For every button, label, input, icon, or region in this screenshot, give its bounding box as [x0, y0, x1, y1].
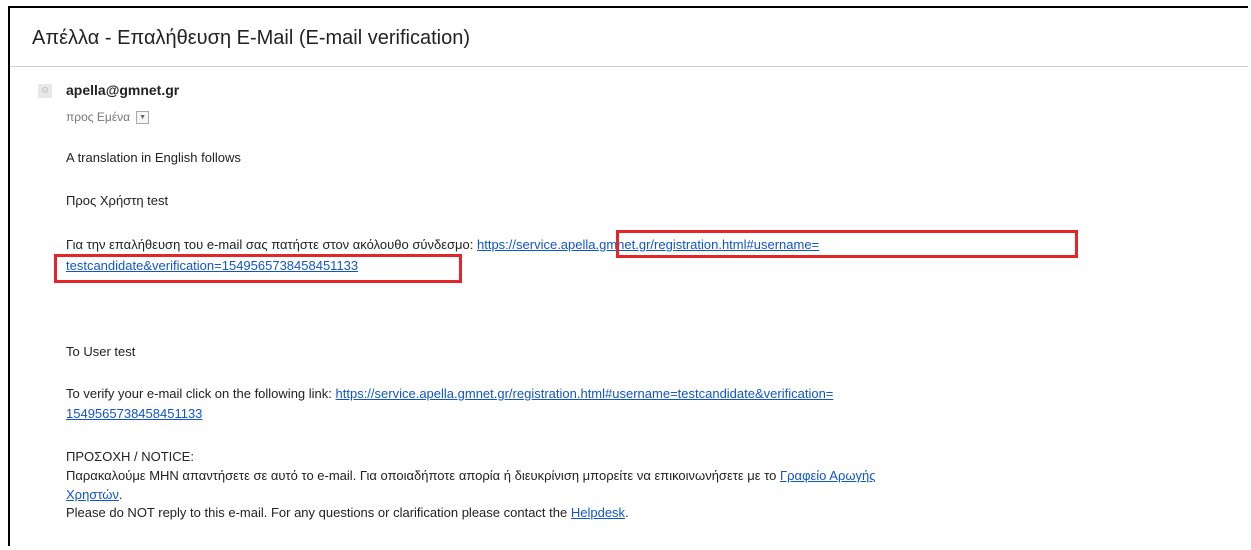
verify-en-link-part1[interactable]: https://service.apella.gmnet.gr/registra…	[336, 386, 834, 401]
notice-title: ΠΡΟΣΟΧΗ / NOTICE:	[66, 449, 194, 464]
person-icon: ☺	[38, 84, 52, 98]
notice-en-text: Please do NOT reply to this e-mail. For …	[66, 505, 568, 520]
notice-en-line: Please do NOT reply to this e-mail. For …	[66, 505, 629, 520]
helpdesk-gr-link-part2[interactable]: Χρηστών	[66, 487, 119, 502]
notice-gr-text: Παρακαλούμε ΜΗΝ απαντήσετε σε αυτό το e-…	[66, 468, 777, 483]
notice-en-end: .	[625, 505, 629, 520]
verify-gr-text: Για την επαλήθευση του e-mail σας πατήστ…	[66, 237, 474, 252]
helpdesk-gr-link-part1[interactable]: Γραφείο Αρωγής	[780, 468, 876, 483]
notice-gr-line1: Παρακαλούμε ΜΗΝ απαντήσετε σε αυτό το e-…	[66, 468, 876, 483]
email-subject-bar: Απέλλα - Επαλήθευση E-Mail (E-mail verif…	[10, 8, 1248, 67]
notice-gr-line2: Χρηστών.	[66, 487, 123, 502]
helpdesk-link[interactable]: Helpdesk	[571, 505, 625, 520]
notice-gr-end: .	[118, 487, 123, 502]
greeting-en: To User test	[66, 344, 136, 359]
recipient-row: προς Εμένα ▼	[66, 110, 150, 124]
verify-en-line2: 1549565738458451133	[66, 406, 202, 421]
recipient-label: προς Εμένα	[66, 110, 131, 124]
greeting-gr: Προς Χρήστη test	[66, 193, 169, 208]
intro-text: A translation in English follows	[66, 150, 241, 165]
email-subject: Απέλλα - Επαλήθευση E-Mail (E-mail verif…	[32, 27, 470, 49]
verify-en-text: To verify your e-mail click on the follo…	[66, 386, 332, 401]
dropdown-icon[interactable]: ▼	[136, 110, 150, 124]
email-window: Απέλλα - Επαλήθευση E-Mail (E-mail verif…	[8, 6, 1248, 546]
verify-en-link-part2[interactable]: 1549565738458451133	[66, 406, 202, 421]
highlight-box-link-1	[616, 230, 1078, 258]
verify-en-line1: To verify your e-mail click on the follo…	[66, 386, 833, 401]
sender-email[interactable]: apella@gmnet.gr	[66, 82, 179, 98]
highlight-box-link-2	[54, 254, 462, 283]
